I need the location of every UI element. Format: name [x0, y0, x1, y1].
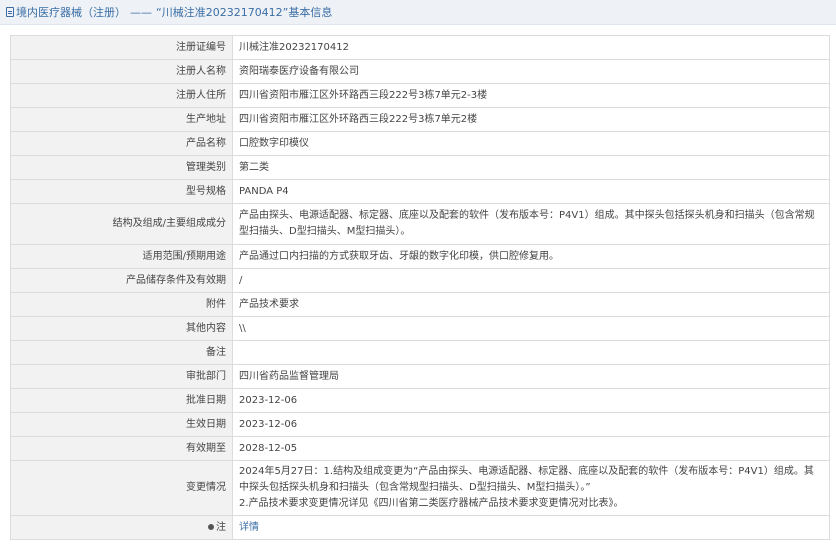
row-label: 其他内容 — [10, 316, 233, 341]
row-label: 产品储存条件及有效期 — [10, 268, 233, 293]
table-row: 审批部门 四川省药品监督管理局 — [10, 364, 830, 389]
row-label: 适用范围/预期用途 — [10, 244, 233, 269]
row-label: 批准日期 — [10, 388, 233, 413]
row-label: 注册证编号 — [10, 35, 233, 60]
row-label: 审批部门 — [10, 364, 233, 389]
table-row: 备注 — [10, 340, 830, 365]
row-label: 备注 — [10, 340, 233, 365]
row-label: 生产地址 — [10, 107, 233, 132]
pin-icon — [208, 523, 214, 530]
row-label: 有效期至 — [10, 436, 233, 461]
row-value: 2028-12-05 — [232, 436, 830, 461]
breadcrumb-root[interactable]: 境内医疗器械（注册） — [16, 4, 126, 20]
row-value: / — [232, 268, 830, 293]
breadcrumb-separator: —— — [130, 5, 152, 19]
info-table: 注册证编号 川械注准20232170412 注册人名称 资阳瑞泰医疗设备有限公司… — [10, 35, 830, 540]
row-value: 资阳瑞泰医疗设备有限公司 — [232, 59, 830, 84]
table-row: 产品名称 口腔数字印模仪 — [10, 131, 830, 156]
row-value: 第二类 — [232, 155, 830, 180]
table-row: 注 详情 — [10, 515, 830, 540]
table-row: 注册人名称 资阳瑞泰医疗设备有限公司 — [10, 59, 830, 84]
row-label: 结构及组成/主要组成成分 — [10, 203, 233, 245]
row-value: 产品技术要求 — [232, 292, 830, 317]
breadcrumb: 境内医疗器械（注册） —— “川械注准20232170412”基本信息 — [0, 0, 836, 25]
row-value: 口腔数字印模仪 — [232, 131, 830, 156]
breadcrumb-current: “川械注准20232170412”基本信息 — [156, 6, 333, 19]
document-icon — [6, 7, 14, 17]
row-value — [232, 340, 830, 365]
table-row: 附件 产品技术要求 — [10, 292, 830, 317]
table-row: 结构及组成/主要组成成分 产品由探头、电源适配器、标定器、底座以及配套的软件（发… — [10, 203, 830, 245]
row-value: 四川省资阳市雁江区外环路西三段222号3栋7单元2楼 — [232, 107, 830, 132]
row-value: \\ — [232, 316, 830, 341]
row-label: 型号规格 — [10, 179, 233, 204]
row-label: 注册人名称 — [10, 59, 233, 84]
table-row: 生效日期 2023-12-06 — [10, 412, 830, 437]
note-label: 注 — [10, 515, 233, 540]
table-row: 管理类别 第二类 — [10, 155, 830, 180]
table-row: 批准日期 2023-12-06 — [10, 388, 830, 413]
row-label: 生效日期 — [10, 412, 233, 437]
row-value: 四川省药品监督管理局 — [232, 364, 830, 389]
change-line-2: 2.产品技术要求变更情况详见《四川省第二类医疗器械产品技术要求变更情况对比表》。 — [239, 498, 624, 509]
table-row: 适用范围/预期用途 产品通过口内扫描的方式获取牙齿、牙龈的数字化印模，供口腔修复… — [10, 244, 830, 269]
row-label: 注册人住所 — [10, 83, 233, 108]
table-row: 有效期至 2028-12-05 — [10, 436, 830, 461]
row-label: 产品名称 — [10, 131, 233, 156]
row-value: 产品由探头、电源适配器、标定器、底座以及配套的软件（发布版本号：P4V1）组成。… — [232, 203, 830, 245]
change-label: 变更情况 — [10, 460, 233, 516]
details-cell: 详情 — [232, 515, 830, 540]
table-row: 变更情况 2024年5月27日：1.结构及组成变更为“产品由探头、电源适配器、标… — [10, 460, 830, 516]
row-value: 2023-12-06 — [232, 412, 830, 437]
change-line-1: 2024年5月27日：1.结构及组成变更为“产品由探头、电源适配器、标定器、底座… — [239, 466, 814, 493]
details-link[interactable]: 详情 — [239, 522, 259, 533]
note-label-text: 注 — [216, 521, 226, 533]
row-value: 川械注准20232170412 — [232, 35, 830, 60]
table-row: 型号规格 PANDA P4 — [10, 179, 830, 204]
table-row: 产品储存条件及有效期 / — [10, 268, 830, 293]
row-value: PANDA P4 — [232, 179, 830, 204]
table-row: 注册证编号 川械注准20232170412 — [10, 35, 830, 60]
row-value: 2023-12-06 — [232, 388, 830, 413]
row-label: 附件 — [10, 292, 233, 317]
table-row: 其他内容 \\ — [10, 316, 830, 341]
row-value: 产品通过口内扫描的方式获取牙齿、牙龈的数字化印模，供口腔修复用。 — [232, 244, 830, 269]
row-label: 管理类别 — [10, 155, 233, 180]
row-value: 四川省资阳市雁江区外环路西三段222号3栋7单元2-3楼 — [232, 83, 830, 108]
change-value: 2024年5月27日：1.结构及组成变更为“产品由探头、电源适配器、标定器、底座… — [232, 460, 830, 516]
table-row: 生产地址 四川省资阳市雁江区外环路西三段222号3栋7单元2楼 — [10, 107, 830, 132]
table-row: 注册人住所 四川省资阳市雁江区外环路西三段222号3栋7单元2-3楼 — [10, 83, 830, 108]
